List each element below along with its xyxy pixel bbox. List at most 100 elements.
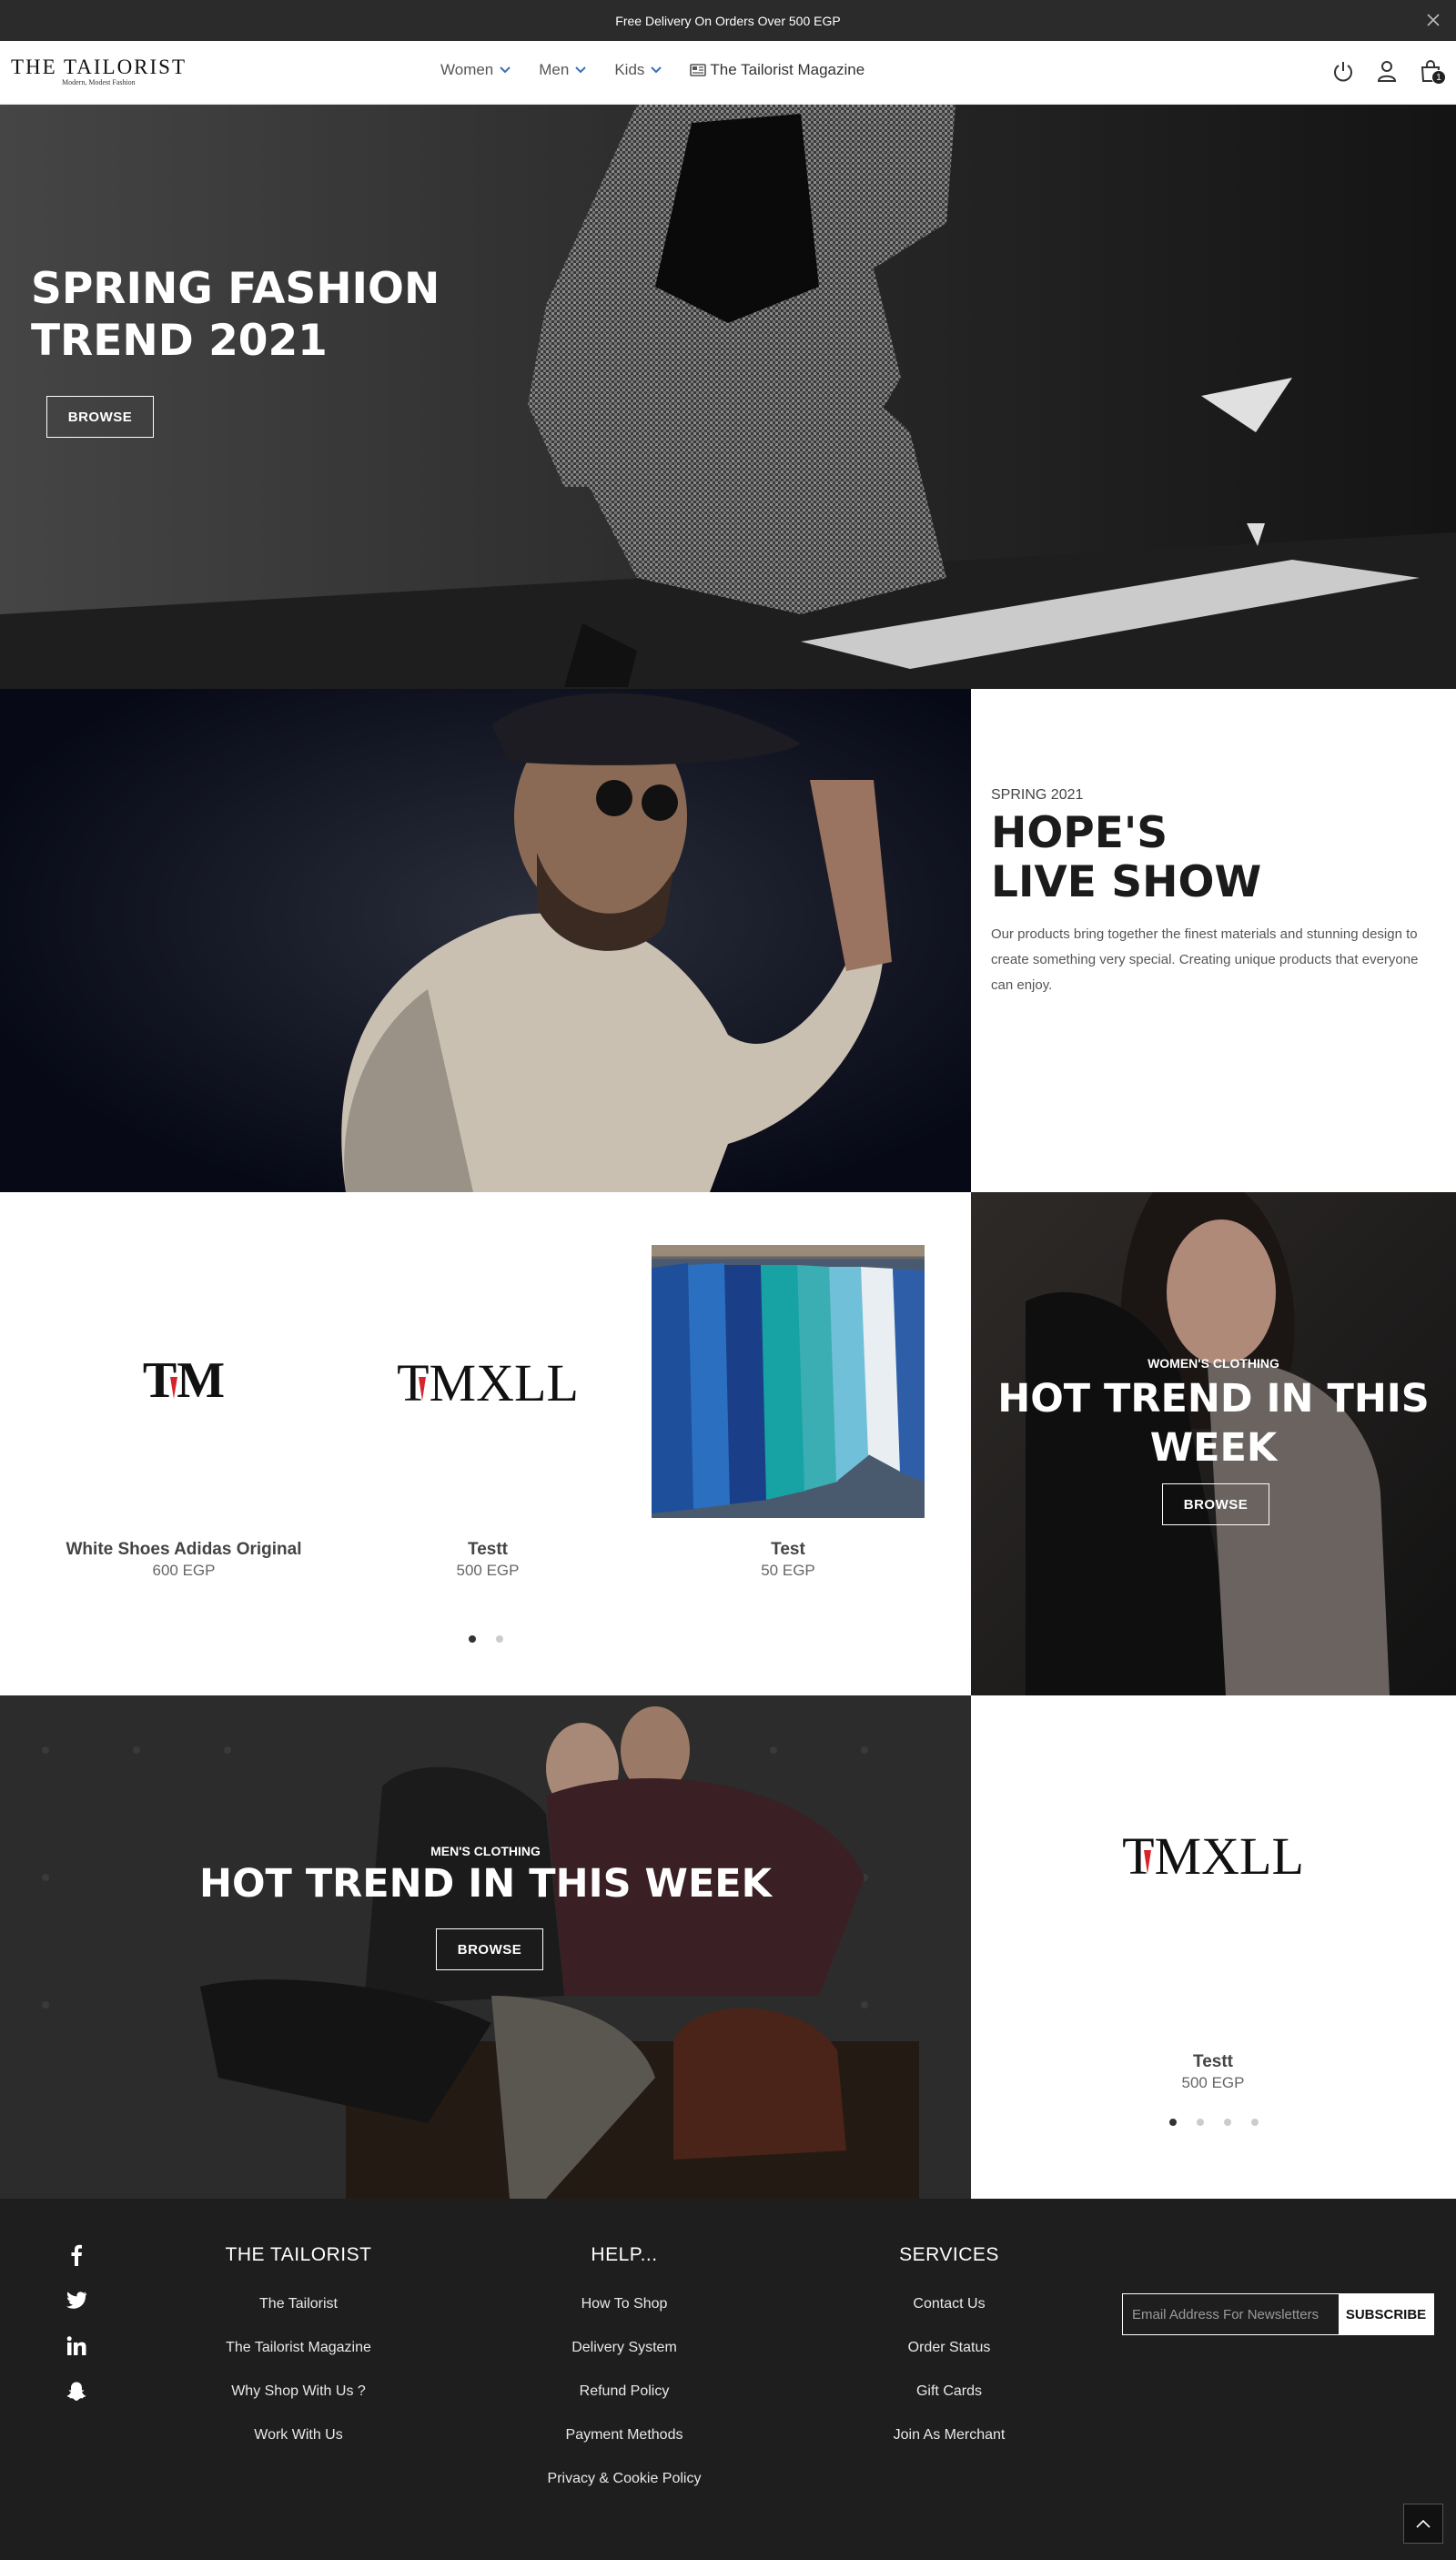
model-photo <box>0 689 971 1192</box>
back-to-top-button[interactable] <box>1403 2504 1443 2544</box>
carousel-dot[interactable] <box>1169 2119 1177 2126</box>
footer-column-help: HELP... How To Shop Delivery System Refu… <box>488 2244 761 2512</box>
hero-browse-button[interactable]: BROWSE <box>46 396 154 438</box>
footer-link[interactable]: Payment Methods <box>488 2424 761 2468</box>
facebook-icon[interactable] <box>66 2244 87 2266</box>
hopes-title: HOPE'S LIVE SHOW <box>991 809 1428 907</box>
announcement-text: Free Delivery On Orders Over 500 EGP <box>615 13 841 28</box>
header-actions: 1 <box>1330 58 1446 85</box>
close-icon[interactable] <box>1423 10 1443 30</box>
footer-link[interactable]: Join As Merchant <box>813 2424 1086 2468</box>
womens-promo-kicker: WOMEN'S CLOTHING <box>1148 1356 1279 1371</box>
newsletter-email-input[interactable] <box>1123 2294 1339 2334</box>
chevron-up-icon <box>1416 2519 1431 2528</box>
product-name: Testt <box>468 1540 508 1559</box>
footer-link[interactable]: Privacy & Cookie Policy <box>488 2468 761 2512</box>
mens-promo-kicker: MEN'S CLOTHING <box>430 1844 541 1858</box>
brand-logo-icon: TMXLL <box>1122 1826 1304 1886</box>
brand-logo-icon: TM <box>143 1352 225 1409</box>
womens-promo-banner: WOMEN'S CLOTHING HOT TREND IN THIS WEEK … <box>971 1192 1456 1695</box>
footer-link[interactable]: Delivery System <box>488 2337 761 2381</box>
logo-text: THE TAILORIST <box>11 56 187 78</box>
featured-product-carousel: TMXLL Testt 500 EGP <box>971 1695 1456 2199</box>
logo-tagline: Modern, Modest Fashion <box>62 78 136 86</box>
footer-link[interactable]: The Tailorist Magazine <box>162 2337 435 2381</box>
newsletter-form: SUBSCRIBE <box>1122 2293 1434 2335</box>
hopes-show-image <box>0 689 971 1192</box>
carousel-pagination <box>1169 2119 1259 2126</box>
carousel-dot[interactable] <box>496 1635 503 1643</box>
footer-link[interactable]: Contact Us <box>813 2293 1086 2337</box>
snapchat-icon[interactable] <box>66 2381 87 2403</box>
brand-logo-icon: TMXLL <box>397 1353 579 1412</box>
footer-link[interactable]: Order Status <box>813 2337 1086 2381</box>
cart-button[interactable]: 1 <box>1418 58 1446 85</box>
carousel-dot[interactable] <box>1224 2119 1231 2126</box>
hopes-title-line: LIVE SHOW <box>991 857 1262 907</box>
hopes-title-line: HOPE'S <box>991 808 1168 858</box>
menu-item-magazine[interactable]: The Tailorist Magazine <box>690 61 864 79</box>
product-image: TMXLL <box>1077 1714 1350 1996</box>
footer-link[interactable]: Gift Cards <box>813 2381 1086 2424</box>
product-price: 500 EGP <box>456 1562 520 1579</box>
product-price: 50 EGP <box>761 1562 815 1579</box>
product-name: White Shoes Adidas Original <box>66 1540 302 1559</box>
product-card[interactable]: Test 50 EGP <box>652 1245 925 1580</box>
footer-link[interactable]: Refund Policy <box>488 2381 761 2424</box>
logo[interactable]: THE TAILORIST Modern, Modest Fashion <box>11 56 202 92</box>
carousel-dot[interactable] <box>1251 2119 1259 2126</box>
linkedin-icon[interactable] <box>66 2335 87 2357</box>
brand-logo-text: TM <box>143 1352 225 1409</box>
womens-promo-title-line: WEEK <box>1149 1425 1278 1471</box>
hopes-show-panel: SPRING 2021 HOPE'S LIVE SHOW Our product… <box>971 689 1456 1192</box>
subscribe-button[interactable]: SUBSCRIBE <box>1339 2294 1433 2334</box>
chevron-down-icon <box>500 66 511 74</box>
menu-item-label: Kids <box>614 61 645 78</box>
carousel-dot[interactable] <box>1197 2119 1204 2126</box>
mens-promo-banner: MEN'S CLOTHING HOT TREND IN THIS WEEK BR… <box>0 1695 971 2199</box>
womens-promo-title: HOT TREND IN THIS WEEK <box>971 1374 1456 1472</box>
footer-link[interactable]: Work With Us <box>162 2424 435 2468</box>
product-card[interactable]: TM White Shoes Adidas Original 600 EGP <box>47 1245 320 1580</box>
carousel-dot[interactable] <box>469 1635 476 1643</box>
hero-banner: SPRING FASHION TREND 2021 BROWSE <box>0 105 1456 689</box>
power-icon[interactable] <box>1330 58 1356 84</box>
hero-image <box>0 105 1456 689</box>
menu-item-women[interactable]: Women <box>440 61 511 79</box>
product-name: Testt <box>1193 2052 1233 2071</box>
cart-count-badge: 1 <box>1431 70 1446 85</box>
product-image: TMXLL <box>351 1245 624 1518</box>
mens-browse-button[interactable]: BROWSE <box>436 1928 543 1970</box>
menu-item-men[interactable]: Men <box>539 61 587 79</box>
product-image <box>652 1245 925 1518</box>
carousel-pagination <box>469 1635 503 1643</box>
product-name: Test <box>771 1540 805 1559</box>
hopes-description: Our products bring together the finest m… <box>991 926 1419 993</box>
chevron-down-icon <box>651 66 662 74</box>
product-image: TM <box>47 1245 320 1518</box>
footer-column-title: HELP... <box>591 2244 658 2265</box>
menu-item-label: The Tailorist Magazine <box>710 61 865 78</box>
product-price: 500 EGP <box>1181 2074 1245 2091</box>
product-card[interactable]: TMXLL Testt 500 EGP <box>351 1245 624 1580</box>
hero-title: SPRING FASHION TREND 2021 <box>31 263 541 367</box>
hero-title-line: SPRING FASHION <box>31 264 440 314</box>
footer-link[interactable]: How To Shop <box>488 2293 761 2337</box>
footer-link[interactable]: The Tailorist <box>162 2293 435 2337</box>
social-links <box>66 2244 87 2403</box>
menu-item-label: Women <box>440 61 494 78</box>
announcement-bar: Free Delivery On Orders Over 500 EGP <box>0 0 1456 41</box>
user-icon[interactable] <box>1374 58 1400 84</box>
womens-promo-title-line: HOT TREND IN THIS <box>997 1376 1430 1422</box>
clothing-rack-photo <box>652 1245 925 1518</box>
products-carousel: TM White Shoes Adidas Original 600 EGP T… <box>0 1192 971 1695</box>
footer-link[interactable]: Why Shop With Us ? <box>162 2381 435 2424</box>
twitter-icon[interactable] <box>66 2290 87 2312</box>
product-card[interactable]: TMXLL Testt 500 EGP <box>1077 1714 1350 2092</box>
chevron-down-icon <box>575 66 587 74</box>
footer-column-title: SERVICES <box>899 2244 999 2265</box>
womens-browse-button[interactable]: BROWSE <box>1162 1483 1269 1525</box>
menu-item-kids[interactable]: Kids <box>614 61 662 79</box>
footer-column-services: SERVICES Contact Us Order Status Gift Ca… <box>813 2244 1086 2468</box>
magazine-icon <box>690 64 707 76</box>
